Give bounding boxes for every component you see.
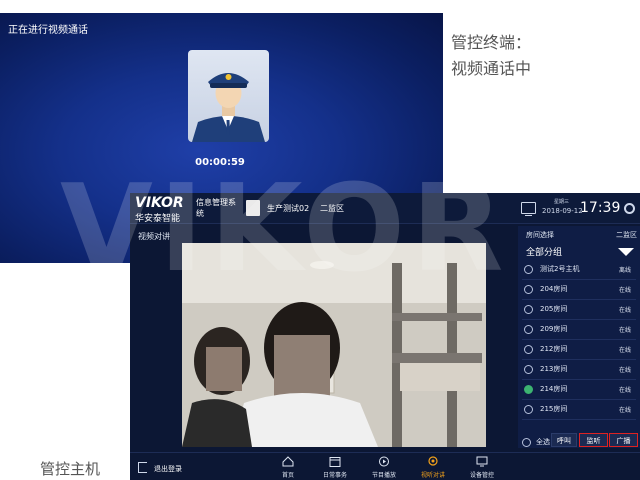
room-status: 在线 <box>619 387 632 394</box>
nav-daily-affairs[interactable]: 日常事务 <box>313 453 357 480</box>
room-status: 在线 <box>619 407 632 414</box>
radio-icon[interactable] <box>524 345 533 354</box>
panel-title: 房间选择 <box>526 231 554 239</box>
room-name: 215房间 <box>540 405 568 413</box>
intercom-icon <box>428 456 438 466</box>
area-name: 二监区 <box>320 204 344 213</box>
nav-intercom-label: 视听对讲 <box>420 472 445 479</box>
host-screen: VIKOR 华安泰智能 信息管理系统 生产测试02 二监区 星期三 2018-0… <box>130 193 640 480</box>
nav-device-control-label: 设备管控 <box>469 472 494 479</box>
room-item[interactable]: 213房间 在线 <box>518 360 640 380</box>
section-title: 视频对讲 <box>138 232 170 241</box>
room-item[interactable]: 测试2号主机 离线 <box>518 260 640 280</box>
room-name: 214房间 <box>540 385 568 393</box>
user-avatar <box>246 200 260 216</box>
select-all-radio-icon[interactable] <box>522 438 531 447</box>
select-all-label[interactable]: 全选 <box>536 437 550 447</box>
nav-home[interactable]: 首页 <box>266 453 310 480</box>
room-status: 离线 <box>619 267 632 274</box>
radio-icon[interactable] <box>524 405 533 414</box>
radio-icon[interactable] <box>524 285 533 294</box>
radio-icon[interactable] <box>524 265 533 274</box>
room-item[interactable]: 204房间 在线 <box>518 280 640 300</box>
panel-area: 二监区 <box>616 231 637 239</box>
room-status: 在线 <box>619 327 632 334</box>
listen-button[interactable]: 监听 <box>579 433 608 447</box>
room-item[interactable]: 205房间 在线 <box>518 300 640 320</box>
room-item[interactable]: 214房间 在线 <box>518 380 640 400</box>
nav-daily-affairs-label: 日常事务 <box>322 472 347 479</box>
logout-icon[interactable] <box>138 462 147 473</box>
room-status: 在线 <box>619 307 632 314</box>
radio-icon[interactable] <box>524 325 533 334</box>
chevron-down-icon[interactable] <box>618 248 634 256</box>
date: 2018-09-12 <box>542 207 583 215</box>
room-name: 213房间 <box>540 365 568 373</box>
logout-button[interactable]: 退出登录 <box>154 464 182 474</box>
host-caption: 管控主机 <box>40 460 101 478</box>
nav-home-label: 首页 <box>281 472 294 479</box>
room-name: 209房间 <box>540 325 568 333</box>
weekday: 星期三 <box>554 199 570 205</box>
brand-subtitle: 华安泰智能 <box>135 214 181 224</box>
system-name: 信息管理系统 <box>196 198 236 218</box>
host-topbar: VIKOR 华安泰智能 信息管理系统 生产测试02 二监区 星期三 2018-0… <box>130 193 640 224</box>
device-icon <box>476 456 488 467</box>
caller-avatar <box>188 50 269 142</box>
brand-logo: VIKOR <box>135 195 184 211</box>
room-item[interactable]: 212房间 在线 <box>518 340 640 360</box>
room-item[interactable]: 209房间 在线 <box>518 320 640 340</box>
monitor-icon[interactable] <box>521 202 536 216</box>
video-frame <box>182 243 486 447</box>
room-panel: 房间选择 二监区 全部分组 测试2号主机 离线 204房间 在线 205房间 在… <box>518 226 640 448</box>
calendar-icon <box>329 457 341 467</box>
clock: 17:39 <box>580 200 621 216</box>
broadcast-button[interactable]: 广播 <box>609 433 638 447</box>
room-name: 212房间 <box>540 345 568 353</box>
video-feed <box>182 243 486 447</box>
call-timer: 00:00:59 <box>195 157 245 168</box>
group-select[interactable]: 全部分组 <box>526 245 562 258</box>
room-status: 在线 <box>619 347 632 354</box>
nav-program-playback-label: 节目播放 <box>371 472 396 479</box>
room-item[interactable]: 215房间 在线 <box>518 400 640 420</box>
radio-icon[interactable] <box>524 365 533 374</box>
terminal-caption-line2: 视频通话中 <box>451 59 532 78</box>
room-name: 204房间 <box>540 285 568 293</box>
bottom-nav: 退出登录 首页 日常事务 节目播放 视听对讲 设备管控 <box>130 452 640 480</box>
nav-device-control[interactable]: 设备管控 <box>460 453 504 480</box>
room-status: 在线 <box>619 367 632 374</box>
user-name: 生产测试02 <box>267 204 310 213</box>
room-name: 205房间 <box>540 305 568 313</box>
terminal-call-status: 正在进行视频通话 <box>8 25 88 36</box>
home-icon <box>282 456 294 467</box>
radio-icon[interactable] <box>524 305 533 314</box>
nav-intercom[interactable]: 视听对讲 <box>411 453 455 480</box>
police-avatar-icon <box>192 73 265 142</box>
nav-program-playback[interactable]: 节目播放 <box>362 453 406 480</box>
room-name: 测试2号主机 <box>540 265 580 273</box>
gear-icon[interactable] <box>624 203 635 214</box>
play-icon <box>379 456 389 467</box>
radio-checked-icon[interactable] <box>524 385 533 394</box>
call-button[interactable]: 呼叫 <box>551 433 577 447</box>
terminal-caption-line1: 管控终端： <box>451 33 532 52</box>
room-status: 在线 <box>619 287 632 294</box>
